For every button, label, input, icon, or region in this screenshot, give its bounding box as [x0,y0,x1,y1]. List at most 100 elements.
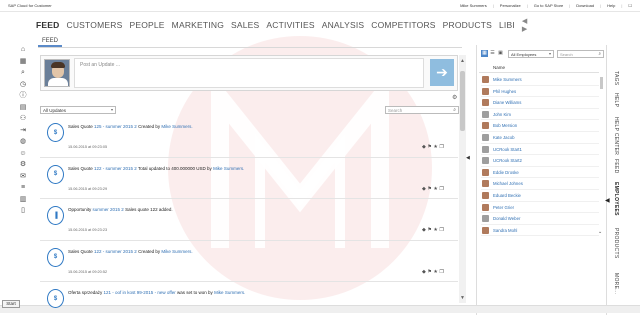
info-icon[interactable]: ⓘ [19,91,28,100]
employee-name[interactable]: Diane Williams [493,100,521,105]
copy-icon[interactable]: ❐ [439,227,445,233]
feed-item-link[interactable]: 125 - summer 2015 2 [94,124,137,129]
nav-scroll-arrows[interactable]: ◀ ▶ [522,17,528,33]
list-item[interactable]: Diane Williams [481,97,599,109]
employee-name[interactable]: UCRook Start2 [493,158,522,163]
scrollbar-thumb[interactable] [600,77,603,89]
feed-search-input[interactable]: Search ⌕ [385,106,459,114]
list-item[interactable]: Michael Johnes [481,178,599,190]
feed-item-author[interactable]: Mike Summers. [213,166,244,171]
login-icon[interactable]: ⇥ [19,126,28,135]
nav-competitors[interactable]: COMPETITORS [371,20,435,30]
search-icon[interactable]: ⌕ [19,68,28,77]
employee-scrollbar[interactable]: ⌄ [598,75,604,285]
feed-scrollbar[interactable]: ▲ ▼ [459,55,466,303]
chat-icon[interactable]: ✉ [19,172,28,181]
tab-help-center[interactable]: HELP CENTER [613,117,619,155]
tab-feed-side[interactable]: FEED [613,159,619,174]
nav-library[interactable]: LIBI [499,20,515,30]
feed-item-author[interactable]: Mike Summers. [161,249,192,254]
help-link[interactable]: Help [607,3,615,8]
start-button[interactable]: Start [2,300,20,308]
list-item[interactable]: Kate Jacob [481,132,599,144]
chevron-up-icon[interactable]: ▲ [459,58,466,64]
feed-item-link[interactable]: 122 - summer 2015 2 [94,249,137,254]
employee-search-input[interactable]: Search ⌕ [557,50,604,58]
nav-feed[interactable]: FEED [36,20,59,30]
employee-name[interactable]: John Kim [493,112,511,117]
chevron-down-icon[interactable]: ⌄ [598,229,602,235]
nav-activities[interactable]: ACTIVITIES [266,20,314,30]
people-icon[interactable]: ⚇ [19,114,28,123]
list-view-icon[interactable]: ☰ [489,50,496,57]
tile-view-icon[interactable]: ▣ [497,50,504,57]
list-item[interactable]: Bob Mersion [481,120,599,132]
tab-tags[interactable]: TAGS [613,71,619,85]
download-link[interactable]: Download [576,3,594,8]
user-icon[interactable]: ☐ [628,3,632,8]
nav-analysis[interactable]: ANALYSIS [322,20,365,30]
chevron-left-icon[interactable]: ◀ [466,155,470,161]
nav-products[interactable]: PRODUCTS [443,20,492,30]
nav-sales[interactable]: SALES [231,20,259,30]
settings-icon[interactable]: ⚙ [19,160,28,169]
feed-item-link[interactable]: 122 - summer 2015 2 [94,166,137,171]
document-icon[interactable]: ▯ [19,206,28,215]
home-icon[interactable]: ⌂ [19,45,28,54]
list-icon[interactable]: ≡ [19,183,28,192]
grid-view-icon[interactable]: ▦ [481,50,488,57]
copy-icon[interactable]: ❐ [439,186,445,192]
list-item[interactable]: UCRook Start2 [481,155,599,167]
user-name-link[interactable]: Mike Summers [460,3,487,8]
nav-people[interactable]: PEOPLE [129,20,164,30]
feed-item-author[interactable]: Mike Summers. [214,290,245,295]
employee-filter-select[interactable]: All Employees ▾ [508,50,554,58]
employee-name[interactable]: Peter Grier [493,205,514,210]
calendar-list-icon[interactable]: ▤ [19,103,28,112]
employee-name[interactable]: Michael Johnes [493,181,523,186]
gear-icon[interactable]: ⚙ [452,94,457,101]
copy-icon[interactable]: ❐ [439,144,445,150]
list-item[interactable]: John Kim [481,109,599,121]
clock-icon[interactable]: ◷ [19,80,28,89]
list-item[interactable]: Phil Hughes [481,86,599,98]
list-item[interactable]: Mike Summers [481,74,599,86]
employee-name[interactable]: Phil Hughes [493,89,516,94]
list-item[interactable]: Sandra Mohl [481,225,599,237]
employee-name[interactable]: UCRook Start1 [493,147,522,152]
feed-item-link[interactable]: 121 - oof in kost 99-2015 - new offer [104,290,176,295]
list-item[interactable]: Eddie Droske [481,167,599,179]
feed-item-link[interactable]: summer 2015 2 [93,207,124,212]
report-icon[interactable]: ▥ [19,195,28,204]
employee-name[interactable]: Mike Summers [493,77,522,82]
nav-marketing[interactable]: MARKETING [172,20,224,30]
employee-name[interactable]: Sandra Mohl [493,228,517,233]
globe-icon[interactable]: ◍ [19,137,28,146]
feed-item-author[interactable]: Mike Summers. [161,124,192,129]
copy-icon[interactable]: ❐ [439,269,445,275]
feed-filter-select[interactable]: All Updates ▾ [40,106,116,114]
personalize-link[interactable]: Personalize [500,3,521,8]
list-item[interactable]: Donald Weber [481,213,599,225]
sap-store-link[interactable]: Go to SAP Store [534,3,564,8]
employee-name[interactable]: Donald Weber [493,216,520,221]
calendar-icon[interactable]: ▦ [19,57,28,66]
employee-name[interactable]: Bob Mersion [493,123,517,128]
person-icon[interactable]: ☺ [19,149,28,158]
post-button[interactable]: ➔ [430,59,454,86]
update-input[interactable]: Post an Update ... [74,58,424,88]
scrollbar-thumb[interactable] [460,71,465,131]
tab-help[interactable]: HELP [613,93,619,107]
tab-more[interactable]: MORE... [613,273,619,294]
employee-name[interactable]: Kate Jacob [493,135,515,140]
list-item[interactable]: Eduard Beckie [481,190,599,202]
tab-employees[interactable]: EMPLOYEES [613,182,619,216]
nav-customers[interactable]: CUSTOMERS [66,20,122,30]
list-item[interactable]: UCRook Start1 [481,144,599,156]
employee-name[interactable]: Eddie Droske [493,170,519,175]
list-item[interactable]: Peter Grier [481,202,599,214]
chevron-down-icon[interactable]: ▼ [459,295,466,301]
employee-name[interactable]: Eduard Beckie [493,193,521,198]
column-header-name[interactable]: Name [493,65,505,70]
tab-products[interactable]: PRODUCTS [613,228,619,258]
